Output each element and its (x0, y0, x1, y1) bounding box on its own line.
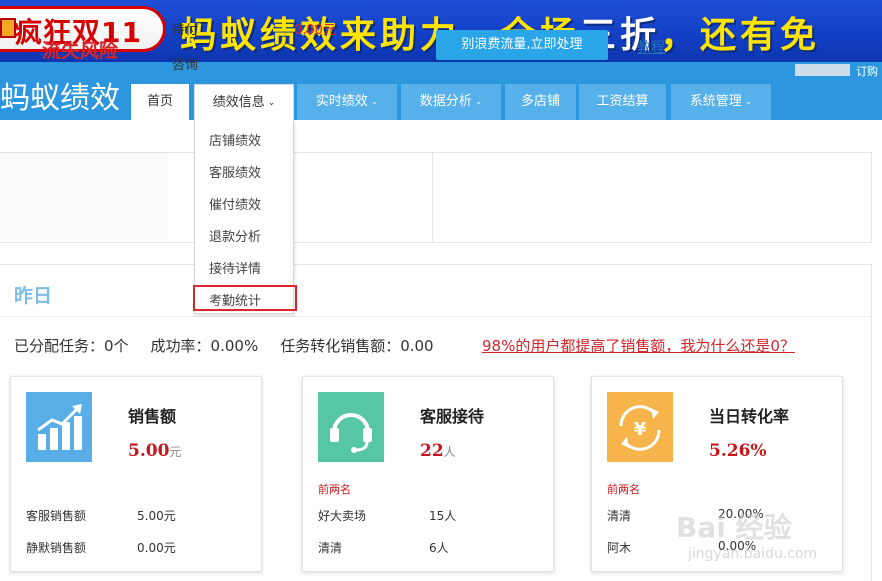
top-two-label: 前两名 (607, 483, 640, 496)
nav-realtime-label: 实时绩效 (315, 94, 368, 109)
yuan-exchange-icon: ¥ (607, 392, 673, 462)
svg-text:¥: ¥ (634, 419, 647, 440)
card-value: 5.26% (709, 441, 767, 461)
card-row-value: 0.00元 (137, 541, 176, 555)
loss-risk-title: 流失风险 (42, 40, 119, 62)
card-row-label: 阿木 (607, 541, 632, 555)
card-row-label: 静默销售额 (26, 541, 87, 555)
card-value: 5.00元 (128, 441, 181, 461)
card-row-label: 清清 (607, 509, 632, 523)
nav-payroll-label: 工资结算 (596, 94, 649, 109)
chevron-down-icon: ⌄ (744, 97, 753, 107)
card-row-value: 5.00元 (137, 509, 176, 523)
card-row-value: 6人 (429, 541, 449, 555)
nav-home-label: 首页 (146, 94, 173, 109)
yesterday-title: 昨日 (14, 285, 53, 307)
conversion-sales: 任务转化销售额：0.00 (280, 337, 434, 355)
chevron-down-icon: ⌄ (370, 97, 379, 107)
nav-payroll[interactable]: 工资结算 (579, 84, 666, 120)
card-value-number: 5.26% (709, 441, 767, 461)
nav-data-analysis-label: 数据分析 (419, 94, 472, 109)
nav-realtime[interactable]: 实时绩效 ⌄ (297, 84, 397, 120)
nav-performance-info-label: 绩效信息 (212, 95, 265, 110)
card-unit: 元 (169, 445, 182, 459)
pending-payment-amount: 0.00元 (294, 23, 336, 38)
nav-multi-store-label: 多店铺 (520, 94, 560, 109)
gift-icon (0, 18, 16, 38)
reception-card: 客服接待 22人 前两名 好大卖场 15人 清清 6人 (302, 376, 554, 572)
loss-risk-header (0, 153, 168, 242)
menu-item-store-performance[interactable]: 店铺绩效 (209, 130, 261, 149)
nav-home[interactable]: 首页 (131, 84, 189, 120)
handle-now-button[interactable]: 别浪费流量,立即处理 (436, 30, 608, 60)
assigned-tasks: 已分配任务：0个 (14, 337, 129, 355)
card-unit: 人 (443, 445, 456, 459)
card-label: 客服接待 (420, 407, 485, 426)
promo-question-link[interactable]: 98%的用户都提高了销售额，我为什么还是0？ (482, 335, 795, 356)
tutorial-link[interactable]: 教程 (637, 37, 665, 57)
divider (0, 316, 872, 317)
card-value-number: 22 (420, 441, 444, 461)
loss-risk-panel (0, 152, 872, 243)
app-root: 疯狂双11 蚂蚁绩效来助力，全场三折，还有免 订购 蚂蚁绩效 首页 绩效信息 ⌄ … (0, 0, 882, 581)
banner-slogan-c: ，还有免 (660, 15, 821, 56)
user-info-placeholder (795, 64, 850, 76)
card-row-label: 客服销售额 (26, 509, 87, 523)
subscribe-link[interactable]: 订购 (856, 63, 878, 79)
headset-icon (318, 392, 384, 462)
card-row-label: 清清 (318, 541, 343, 555)
card-label: 销售额 (128, 407, 177, 426)
chart-growth-icon (26, 392, 92, 462)
nav-data-analysis[interactable]: 数据分析 ⌄ (401, 84, 501, 120)
card-value-number: 5.00 (128, 441, 170, 461)
brand-title: 蚂蚁绩效 (0, 81, 120, 116)
success-rate: 成功率：0.00% (150, 337, 259, 355)
card-row-value: 15人 (429, 509, 457, 523)
nav-multi-store[interactable]: 多店铺 (505, 84, 576, 120)
pending-payment-label: 待付 (172, 23, 199, 38)
yesterday-stats: 已分配任务：0个 成功率：0.00% 任务转化销售额：0.00 (14, 335, 456, 356)
chevron-down-icon: ⌄ (267, 98, 276, 108)
nav-performance-info[interactable]: 绩效信息 ⌄ (194, 84, 294, 120)
card-row-label: 好大卖场 (318, 509, 367, 523)
card-label: 当日转化率 (709, 407, 790, 426)
top-two-label: 前两名 (318, 483, 351, 496)
nav-system-admin[interactable]: 系统管理 ⌄ (671, 84, 771, 120)
divider (432, 153, 433, 242)
nav-system-admin-label: 系统管理 (689, 94, 742, 109)
card-value: 22人 (420, 441, 456, 461)
menu-item-refund-analysis[interactable]: 退款分析 (209, 226, 261, 245)
watermark-logo: Bai 经验 (676, 511, 792, 544)
menu-item-payment-reminder-performance[interactable]: 催付绩效 (209, 194, 261, 213)
sales-card: 销售额 5.00元 客服销售额 5.00元 静默销售额 0.00元 (10, 376, 262, 572)
chevron-down-icon: ⌄ (474, 97, 483, 107)
inquiry-label: 咨询 (172, 58, 199, 73)
menu-item-cs-performance[interactable]: 客服绩效 (209, 162, 261, 181)
watermark-url: jingyan.baidu.com (688, 546, 818, 562)
attendance-highlight-box (193, 285, 297, 311)
menu-item-reception-details[interactable]: 接待详情 (209, 258, 261, 277)
